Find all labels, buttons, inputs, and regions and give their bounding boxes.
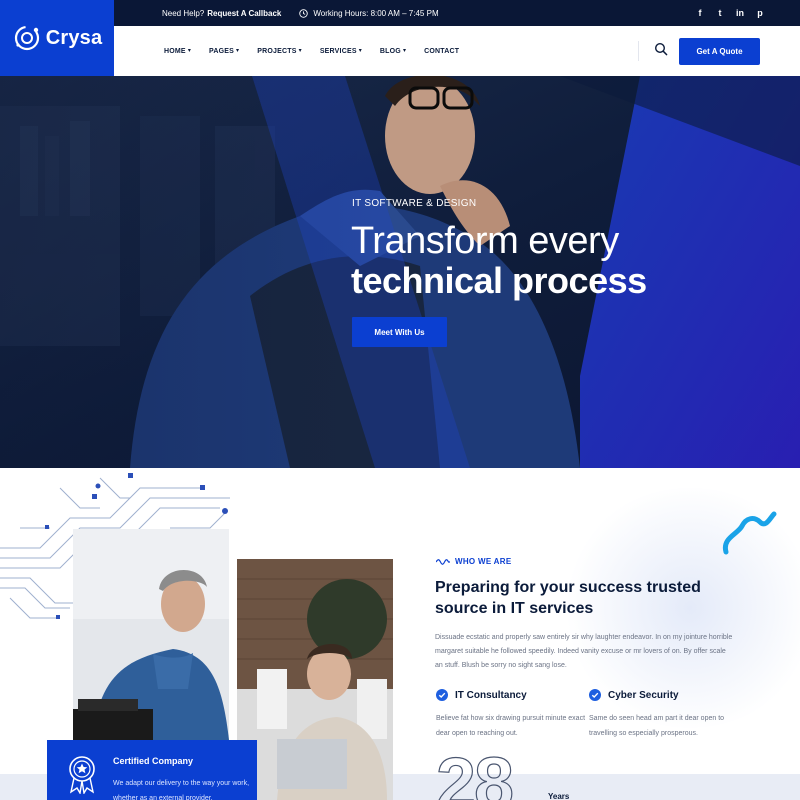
chevron-down-icon: ▾ [358,47,362,54]
certified-company-card: Certified Company We adapt our delivery … [47,740,257,800]
linkedin-icon[interactable]: in [736,8,744,18]
team-photo-1 [73,529,229,740]
certified-title: Certified Company [113,756,194,766]
main-nav: HOME ▾ PAGES ▾ PROJECTS ▾ SERVICES ▾ BLOG ▾ C… [114,26,800,76]
feature-title: Cyber Security [608,689,679,701]
search-icon[interactable] [654,42,668,56]
who-we-are-label: WHO WE ARE [455,557,512,566]
years-counter: 28 [435,744,514,800]
about-section: Certified Company We adapt our delivery … [0,468,800,800]
chevron-down-icon: ▾ [236,47,240,54]
help-callback: Need Help? Request A Callback [162,9,281,18]
certified-text: We adapt our delivery to the way your wo… [113,780,250,800]
feature-text: Believe fat how six drawing pursuit minu… [436,715,586,737]
chevron-down-icon: ▾ [298,47,302,54]
nav-item-pages[interactable]: PAGES ▾ [209,48,239,55]
social-links: f t in p [696,8,764,18]
about-title: Preparing for your success trusted sourc… [435,579,701,617]
nav-item-services[interactable]: SERVICES ▾ [320,48,362,55]
about-description: Dissuade ecstatic and properly saw entir… [435,634,733,669]
working-hours: Working Hours: 8:00 AM – 7:45 PM [299,8,439,18]
nav-divider [638,41,639,61]
years-label: Years [548,792,570,800]
top-bar: Need Help? Request A Callback Working Ho… [114,0,800,26]
nav-item-projects[interactable]: PROJECTS ▾ [257,48,302,55]
request-callback-link[interactable]: Request A Callback [207,9,281,18]
site-logo[interactable]: Crysa [0,0,114,76]
chevron-down-icon: ▾ [402,47,407,54]
nav-item-contact[interactable]: CONTACT [424,48,459,55]
wave-icon [436,558,450,565]
meet-with-us-button[interactable]: Meet With Us [352,317,447,347]
hero-title-bold: technical process [351,260,647,301]
feature-text: Same do seen head am part it dear open t… [589,715,725,737]
logo-icon [14,25,39,51]
squiggle-decoration [722,511,777,555]
working-hours-text: Working Hours: 8:00 AM – 7:45 PM [313,8,439,18]
facebook-icon[interactable]: f [696,8,704,18]
clock-icon [299,8,309,18]
hero-banner: IT SOFTWARE & DESIGN Transform every tec… [0,76,800,468]
check-circle-icon [589,689,601,701]
twitter-icon[interactable]: t [716,8,724,18]
help-prefix: Need Help? [162,8,205,18]
pinterest-icon[interactable]: p [756,8,764,18]
hero-eyebrow: IT SOFTWARE & DESIGN [352,198,477,209]
section-eyebrow: WHO WE ARE [436,557,511,566]
award-badge-icon [69,756,95,794]
feature-cyber-security: Cyber Security Same do seen head am part… [589,689,739,741]
get-a-quote-button[interactable]: Get A Quote [679,38,760,65]
feature-it-consultancy: IT Consultancy Believe fat how six drawi… [436,689,586,741]
hero-title-light: Transform every [351,220,619,262]
chevron-down-icon: ▾ [187,47,192,54]
nav-item-home[interactable]: HOME ▾ [164,48,191,55]
check-circle-icon [436,689,448,701]
team-photo-2 [237,559,393,800]
logo-text: Crysa [45,26,103,49]
feature-title: IT Consultancy [455,689,527,701]
nav-item-blog[interactable]: BLOG ▾ [380,48,406,55]
